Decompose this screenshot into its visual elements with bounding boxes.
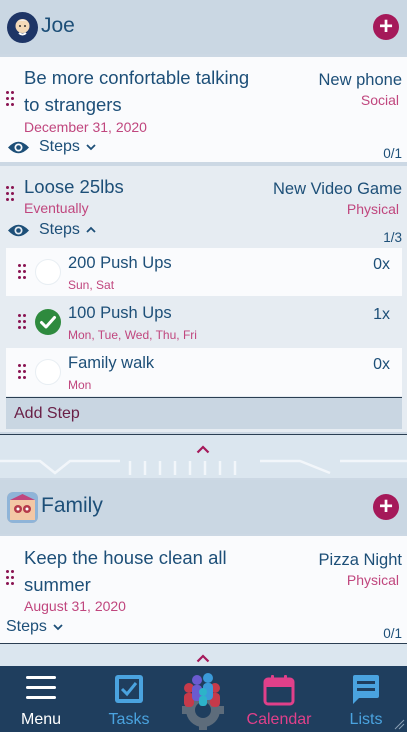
steps-toggle[interactable]: Steps [6, 618, 63, 636]
bottom-tab-bar: Menu Tasks Calendar Lists [0, 666, 407, 732]
task-title: Keep the house clean all [24, 547, 227, 568]
checkmark-icon [40, 316, 56, 329]
collapse-group-joe[interactable] [0, 434, 407, 478]
chevron-up-icon [196, 445, 210, 454]
task-title: Be more confortable talking [24, 67, 250, 88]
tab-label: Tasks [108, 711, 150, 728]
resize-grip-icon [394, 719, 405, 730]
family-gear-logo-icon [182, 673, 224, 730]
step-days: Sun, Sat [68, 278, 115, 292]
joe-avatar-icon [7, 12, 38, 43]
task-card[interactable]: Be more confortable talking to strangers… [0, 57, 407, 162]
eye-icon [8, 224, 29, 236]
chevron-up-icon [86, 226, 96, 233]
chevron-up-icon [196, 654, 210, 663]
step-row[interactable]: 200 Push Ups Sun, Sat 0x [6, 248, 402, 296]
task-title-line2: to strangers [24, 94, 122, 115]
step-row[interactable]: Family walk Mon 0x [6, 348, 402, 396]
step-count: 1x [373, 306, 390, 323]
drag-handle-icon[interactable] [18, 364, 26, 382]
lists-icon [353, 675, 379, 704]
tasks-check-icon [115, 675, 143, 703]
chevron-down-icon [86, 144, 96, 151]
family-avatar [7, 492, 38, 523]
steps-label: Steps [6, 618, 47, 635]
step-row[interactable]: 100 Push Ups Mon, Tue, Wed, Thu, Fri 1x [6, 298, 402, 346]
task-date: Eventually [24, 200, 89, 216]
task-category: Social [360, 92, 399, 108]
collapse-group-family[interactable] [0, 643, 407, 666]
tab-menu[interactable]: Menu [8, 666, 74, 732]
steps-toggle[interactable]: Steps [7, 221, 96, 239]
tab-calendar[interactable]: Calendar [242, 666, 316, 732]
joe-avatar [7, 12, 38, 43]
step-name: 100 Push Ups [68, 304, 172, 322]
step-days: Mon, Tue, Wed, Thu, Fri [68, 328, 197, 342]
drag-handle-icon[interactable] [18, 264, 26, 282]
add-step-button[interactable]: Add Step [6, 397, 402, 429]
task-date: December 31, 2020 [24, 119, 147, 135]
chevron-down-icon [53, 624, 63, 631]
tab-home-logo[interactable] [172, 666, 234, 732]
step-days: Mon [68, 378, 92, 392]
group-header-family[interactable]: Family + [0, 480, 407, 534]
add-step-label: Add Step [14, 405, 80, 422]
step-count: 0x [373, 256, 390, 273]
task-reward: New Video Game [272, 180, 402, 198]
calendar-icon [263, 675, 295, 706]
tab-label: Calendar [246, 711, 312, 728]
task-title-line2: summer [24, 574, 91, 595]
steps-toggle[interactable]: Steps [7, 138, 96, 156]
tab-label: Menu [20, 711, 62, 728]
task-reward: Pizza Night [318, 551, 402, 569]
decorative-pattern [0, 459, 407, 475]
step-count: 0x [373, 356, 390, 373]
add-task-button[interactable]: + [373, 494, 399, 520]
task-category: Physical [346, 572, 399, 588]
drag-handle-icon[interactable] [6, 186, 14, 204]
task-date: August 31, 2020 [24, 598, 126, 614]
step-checkbox-checked[interactable] [35, 309, 61, 335]
menu-icon [26, 676, 56, 699]
family-avatar-icon [7, 492, 38, 523]
task-category: Physical [346, 201, 399, 217]
steps-label: Steps [39, 221, 80, 238]
task-title: Loose 25lbs [24, 176, 124, 197]
eye-icon [8, 141, 29, 153]
drag-handle-icon[interactable] [6, 570, 14, 588]
group-header-joe[interactable]: Joe + [0, 0, 407, 54]
drag-handle-icon[interactable] [6, 91, 14, 109]
steps-label: Steps [39, 138, 80, 155]
step-checkbox[interactable] [35, 259, 61, 285]
add-task-button[interactable]: + [373, 14, 399, 40]
task-reward: New phone [318, 71, 402, 89]
steps-count: 0/1 [383, 146, 402, 161]
steps-count: 0/1 [383, 626, 402, 641]
tab-tasks[interactable]: Tasks [96, 666, 162, 732]
group-name: Joe [41, 14, 75, 37]
tab-label: Lists [349, 711, 383, 728]
task-card[interactable]: Keep the house clean all summer August 3… [0, 536, 407, 643]
step-name: Family walk [68, 354, 155, 372]
group-name: Family [41, 494, 103, 517]
step-name: 200 Push Ups [68, 254, 172, 272]
steps-count: 1/3 [383, 230, 402, 245]
drag-handle-icon[interactable] [18, 314, 26, 332]
tab-lists[interactable]: Lists [334, 666, 398, 732]
step-checkbox[interactable] [35, 359, 61, 385]
